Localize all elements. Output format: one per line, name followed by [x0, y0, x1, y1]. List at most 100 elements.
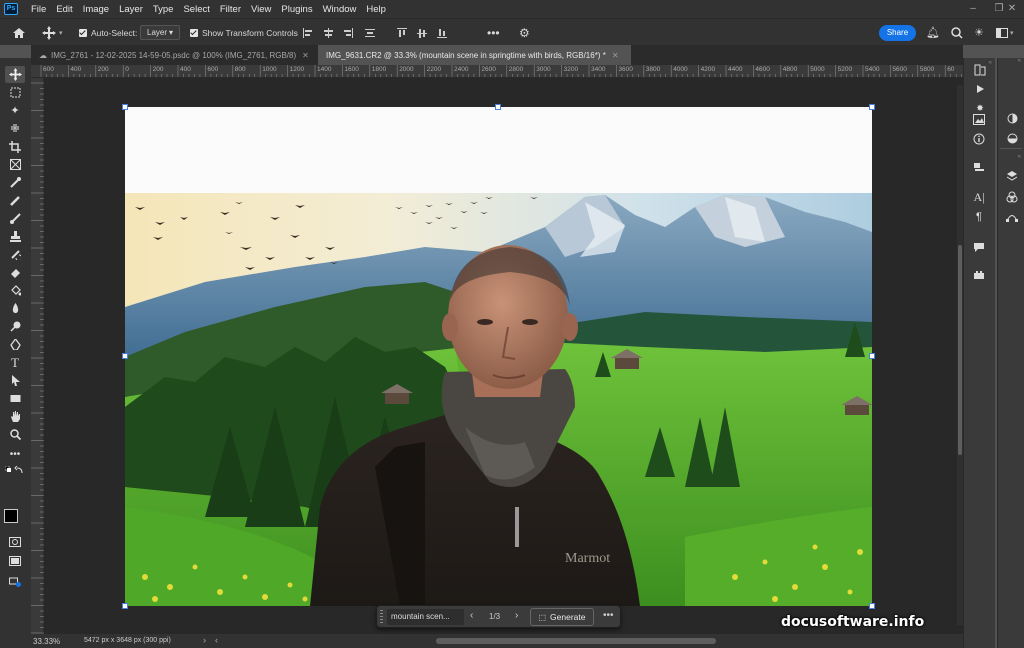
properties-image-icon[interactable] — [970, 111, 988, 127]
align-right-edges-icon[interactable] — [342, 19, 354, 46]
horizontal-ruler[interactable]: 600 400 200 0 200 400 600 800 1000 1200 1400 1600 18… — [31, 65, 963, 78]
align-top-edges-icon[interactable] — [396, 19, 408, 46]
close-window-icon[interactable]: ✕ — [1000, 0, 1024, 18]
move-tool-icon[interactable] — [5, 66, 25, 83]
history-brush-icon[interactable] — [5, 246, 25, 263]
menu-view[interactable]: View — [246, 4, 276, 15]
spot-healing-brush-icon[interactable] — [5, 192, 25, 209]
transform-handle-bottom-right[interactable] — [869, 603, 875, 609]
transform-handle-middle-left[interactable] — [122, 353, 128, 359]
rectangle-tool-icon[interactable] — [5, 390, 25, 407]
paths-panel-icon[interactable] — [1003, 208, 1021, 224]
eyedropper-icon[interactable] — [5, 174, 25, 191]
auto-select-target-select[interactable]: Layer ▾ — [140, 19, 180, 46]
generate-button[interactable]: ⬚ Generate — [530, 608, 594, 626]
clone-stamp-icon[interactable] — [5, 228, 25, 245]
transform-handle-top-center[interactable] — [495, 104, 501, 110]
menu-window[interactable]: Window — [318, 4, 362, 15]
tab-img-9631[interactable]: IMG_9631.CR2 @ 33.3% (mountain scene in … — [318, 45, 631, 65]
distribute-icon[interactable] — [364, 19, 376, 46]
transform-handle-top-left[interactable] — [122, 104, 128, 110]
workspace-layout-icon[interactable]: ▾ — [996, 19, 1014, 46]
glyphs-panel-icon[interactable] — [970, 267, 988, 283]
brush-tool-icon[interactable] — [5, 210, 25, 227]
horizontal-scrollbar-thumb[interactable] — [436, 638, 716, 644]
eraser-tool-icon[interactable] — [5, 264, 25, 281]
actions-play-icon[interactable] — [971, 81, 989, 97]
minimize-icon[interactable]: – — [960, 0, 986, 18]
history-panel-icon[interactable] — [971, 62, 989, 78]
align-vertical-centers-icon[interactable] — [416, 19, 428, 46]
home-icon[interactable] — [12, 19, 26, 46]
menu-image[interactable]: Image — [78, 4, 114, 15]
transform-handle-bottom-left[interactable] — [122, 603, 128, 609]
character-styles-icon[interactable] — [970, 159, 988, 175]
align-left-edges-icon[interactable] — [302, 19, 314, 46]
frame-tool-icon[interactable] — [5, 156, 25, 173]
previous-variation-icon[interactable]: ‹ — [470, 610, 473, 621]
scroll-left-icon[interactable]: ‹ — [215, 635, 218, 645]
menu-file[interactable]: File — [26, 4, 51, 15]
discover-lightbulb-icon[interactable]: ☀ — [974, 19, 984, 46]
quick-mask-icon[interactable] — [5, 533, 25, 550]
type-tool-icon[interactable]: T — [5, 354, 25, 371]
menu-plugins[interactable]: Plugins — [276, 4, 317, 15]
dodge-tool-icon[interactable] — [5, 318, 25, 335]
close-tab-icon[interactable]: ✕ — [612, 51, 619, 60]
foreground-color-swatch[interactable] — [4, 509, 18, 523]
blur-tool-icon[interactable] — [5, 300, 25, 317]
transform-handle-middle-right[interactable] — [869, 353, 875, 359]
search-icon[interactable] — [951, 19, 963, 46]
zoom-level[interactable]: 33.33% — [33, 637, 60, 646]
crop-tool-icon[interactable] — [5, 138, 25, 155]
channels-panel-icon[interactable] — [1003, 189, 1021, 205]
color-panel-icon[interactable] — [1003, 110, 1021, 126]
show-transform-controls-checkbox[interactable]: Show Transform Controls — [190, 19, 298, 46]
prompt-field[interactable]: mountain scen... — [387, 609, 464, 625]
path-selection-icon[interactable] — [5, 372, 25, 389]
scrollbar-thumb[interactable] — [958, 245, 962, 455]
default-colors-icon[interactable] — [5, 462, 25, 479]
tab-img-2761[interactable]: ☁ IMG_2761 - 12-02-2025 14-59-05.psdc @ … — [31, 45, 317, 65]
adjustments-panel-icon[interactable] — [1003, 130, 1021, 146]
hand-tool-icon[interactable] — [5, 408, 25, 425]
document-canvas[interactable]: Marmot — [125, 107, 872, 606]
close-tab-icon[interactable]: ✕ — [302, 51, 309, 60]
menu-type[interactable]: Type — [148, 4, 179, 15]
collapse-arrows-icon[interactable]: « — [998, 58, 1024, 68]
status-menu-arrow-icon[interactable]: › — [203, 635, 206, 645]
notifications-bell-icon[interactable]: 🔔︎ — [926, 19, 940, 46]
more-options-icon[interactable]: ••• — [487, 19, 500, 46]
gear-icon[interactable]: ⚙ — [519, 19, 530, 46]
align-bottom-edges-icon[interactable] — [436, 19, 448, 46]
move-tool-preset-icon[interactable]: ▾ — [42, 19, 63, 46]
auto-select-checkbox[interactable]: Auto-Select: — [79, 19, 137, 46]
edit-toolbar-icon[interactable]: ••• — [5, 446, 25, 463]
menu-edit[interactable]: Edit — [51, 4, 77, 15]
menu-select[interactable]: Select — [178, 4, 214, 15]
vertical-ruler[interactable] — [31, 78, 44, 634]
menu-help[interactable]: Help — [361, 4, 391, 15]
screen-mode-icon[interactable] — [5, 552, 25, 569]
pen-tool-icon[interactable] — [5, 336, 25, 353]
share-for-review-icon[interactable] — [5, 572, 25, 589]
align-horizontal-centers-icon[interactable] — [322, 19, 334, 46]
paragraph-panel-icon[interactable]: ¶ — [970, 209, 988, 225]
layers-panel-icon[interactable] — [1003, 168, 1021, 184]
next-variation-icon[interactable]: › — [515, 610, 518, 621]
transform-handle-top-right[interactable] — [869, 104, 875, 110]
collapse-arrows-icon[interactable]: « — [998, 154, 1024, 162]
info-icon[interactable] — [970, 131, 988, 147]
menu-layer[interactable]: Layer — [114, 4, 148, 15]
share-button[interactable]: Share — [879, 25, 916, 41]
object-selection-icon[interactable]: ✦ — [5, 102, 25, 119]
drag-handle-icon[interactable] — [380, 610, 383, 624]
quick-selection-icon[interactable]: ✙ — [5, 120, 25, 137]
more-options-icon[interactable]: ••• — [603, 610, 614, 621]
paint-bucket-icon[interactable] — [5, 282, 25, 299]
character-panel-icon[interactable]: A| — [970, 189, 988, 205]
rectangular-marquee-icon[interactable] — [5, 84, 25, 101]
menu-filter[interactable]: Filter — [215, 4, 246, 15]
zoom-tool-icon[interactable] — [5, 426, 25, 443]
comments-icon[interactable] — [970, 239, 988, 255]
